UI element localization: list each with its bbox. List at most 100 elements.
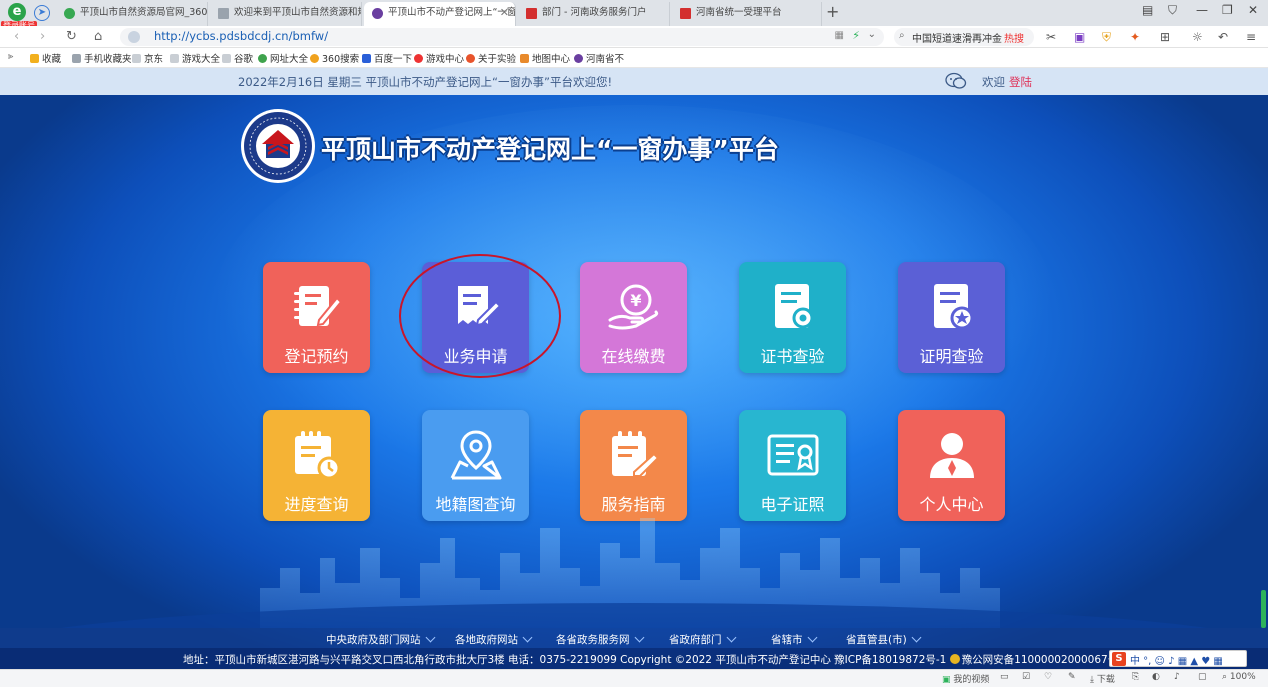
chevron-down-icon[interactable]: ⌄	[868, 29, 876, 40]
grid-icon[interactable]: ▦	[835, 30, 844, 41]
bookmark-item[interactable]: 地图中心	[520, 51, 570, 65]
forward-icon[interactable]: ›	[40, 29, 45, 44]
bookmark-label: 百度一下	[374, 54, 413, 65]
scissors-icon[interactable]: ✂	[1046, 30, 1056, 44]
bookmark-item[interactable]: 360搜索	[310, 51, 359, 65]
welcome-text: 欢迎	[982, 75, 1005, 89]
window-icon[interactable]: ▢	[1198, 672, 1207, 682]
login-link[interactable]: 登陆	[1009, 74, 1032, 90]
extension-icon[interactable]: ▣	[1074, 30, 1085, 44]
back-icon[interactable]: ‹	[14, 29, 19, 44]
bookmark-item[interactable]: 关于实验	[466, 51, 516, 65]
sidebar-icon[interactable]: ▤	[1142, 3, 1153, 17]
bookmark-item[interactable]: 手机收藏夹	[72, 51, 132, 65]
tab-1[interactable]: 平顶山市自然资源局官网_360新	[56, 2, 208, 26]
footer-link-label: 各地政府网站	[455, 634, 518, 646]
send-icon[interactable]: ➤	[34, 5, 50, 21]
site-info-icon[interactable]	[128, 31, 140, 43]
check-icon[interactable]: ☑	[1022, 672, 1030, 682]
bookmark-label: 网址大全	[270, 54, 309, 65]
bookmarks-bar: ⫸ 收藏 手机收藏夹 京东 游戏大全 谷歌 网址大全 360搜索 百度一下 游戏…	[0, 48, 1268, 68]
bolt-icon[interactable]: ⚡	[852, 29, 860, 42]
zoom-button[interactable]: ⌕ 100%	[1222, 672, 1256, 682]
zoom-level: 100%	[1229, 672, 1256, 682]
minimize-icon[interactable]: —	[1196, 3, 1208, 17]
browser-status-bar: ▣ 我的视频 ▭ ☑ ♡ ✎ ⤓ 下载 ⎘ ◐ ♪ ▢ ⌕ 100%	[0, 669, 1268, 687]
refresh-icon[interactable]: ↻	[66, 29, 77, 44]
ime-status-icons[interactable]: 中 °, ☺ ♪ ▦ ▲ ♥ ▦	[1130, 652, 1223, 667]
bookmark-item[interactable]: 百度一下	[362, 51, 412, 65]
home-icon[interactable]: ⌂	[94, 29, 102, 44]
footer-info-bar: 地址：平顶山市新城区湛河路与兴平路交叉口西北角行政市批大厅3楼 电话：0375-…	[0, 648, 1268, 669]
bookmark-label: 河南省不	[586, 54, 625, 65]
browser-logo-icon[interactable]: e	[8, 3, 26, 21]
search-icon: ⌕	[899, 30, 905, 41]
bookmark-item[interactable]: 网址大全	[258, 51, 308, 65]
folder-icon	[72, 54, 81, 63]
tile-proof-check[interactable]: 证明查验	[898, 262, 1005, 373]
menu-icon[interactable]: ≡	[1246, 30, 1256, 44]
my-videos-button[interactable]: ▣ 我的视频	[942, 672, 989, 685]
url-text[interactable]: http://ycbs.pdsbdcdj.cn/bmfw/	[154, 29, 328, 43]
progress-query-icon	[295, 431, 341, 480]
register-appointment-icon	[294, 286, 343, 327]
tile-label: 登记预约	[284, 347, 349, 366]
footer-link[interactable]: 中央政府及部门网站	[326, 632, 435, 647]
tile-certificate-check[interactable]: 证书查验	[739, 262, 846, 373]
apps-icon[interactable]: ⊞	[1160, 30, 1170, 44]
tab-active[interactable]: 平顶山市不动产登记网上“一窗办 ✕	[364, 2, 516, 26]
service-guide-icon	[612, 431, 660, 477]
bookmark-toggle-icon[interactable]: ⫸	[8, 51, 13, 62]
footer-link[interactable]: 省政府部门	[669, 632, 736, 647]
chevron-down-icon	[522, 632, 533, 643]
brightness-icon[interactable]: ☼	[1192, 30, 1203, 44]
split-screen-icon[interactable]: ▭	[1000, 672, 1009, 682]
online-payment-icon: ¥	[608, 284, 659, 330]
tile-register-appointment[interactable]: 登记预约	[263, 262, 370, 373]
undo-icon[interactable]: ↶	[1218, 30, 1228, 44]
wechat-icon[interactable]	[945, 72, 967, 90]
shirt-icon[interactable]: ⛉	[1168, 3, 1177, 18]
new-tab-icon[interactable]: +	[826, 2, 839, 21]
bookmark-label: 谷歌	[234, 54, 254, 65]
clipboard-icon[interactable]: ⎘	[1132, 672, 1139, 682]
download-button[interactable]: ⤓ 下载	[1090, 672, 1115, 685]
bookmark-item[interactable]: 游戏大全	[170, 51, 220, 65]
game-center-icon	[414, 54, 423, 63]
bookmark-item[interactable]: 河南省不	[574, 51, 624, 65]
scroll-indicator[interactable]	[1261, 590, 1266, 628]
bookmark-item[interactable]: 游戏中心	[414, 51, 464, 65]
close-tab-icon[interactable]: ✕	[500, 2, 509, 24]
tools-icon[interactable]: ✎	[1068, 672, 1076, 682]
bookmark-item[interactable]: 收藏	[30, 51, 61, 65]
health-icon[interactable]: ♡	[1044, 672, 1052, 682]
close-window-icon[interactable]: ✕	[1248, 3, 1258, 17]
footer-link[interactable]: 省辖市	[771, 632, 817, 647]
search-suggestion[interactable]: 中国短道速滑再冲金	[912, 30, 1002, 45]
tab-2[interactable]: 欢迎来到平顶山市自然资源和规	[210, 2, 362, 26]
sound-icon[interactable]: ♪	[1174, 672, 1180, 682]
star-icon	[30, 54, 39, 63]
footer-link[interactable]: 各地政府网站	[455, 632, 533, 647]
chevron-down-icon	[425, 632, 435, 643]
url-field[interactable]: http://ycbs.pdsbdcdj.cn/bmfw/ ▦ ⚡ ⌄	[120, 28, 884, 46]
footer-police-record[interactable]: 豫公网安备11000002000067号	[962, 654, 1119, 666]
bookmark-item[interactable]: 谷歌	[222, 51, 253, 65]
tab-4[interactable]: 部门 - 河南政务服务门户	[518, 2, 670, 26]
shield-icon[interactable]: ⛨	[1102, 30, 1111, 45]
footer-link[interactable]: 各省政务服务网	[556, 632, 644, 647]
restore-icon[interactable]: ❐	[1222, 3, 1233, 17]
tile-online-payment[interactable]: ¥ 在线缴费	[580, 262, 687, 373]
game-icon[interactable]: ✦	[1130, 30, 1140, 44]
search-field[interactable]: ⌕ 中国短道速滑再冲金 热搜	[894, 28, 1034, 46]
eye-icon[interactable]: ◐	[1152, 672, 1160, 682]
footer-link[interactable]: 省直管县(市)	[846, 632, 922, 647]
input-method-toolbar[interactable]: S 中 °, ☺ ♪ ▦ ▲ ♥ ▦	[1109, 650, 1247, 667]
annotation-circle	[399, 254, 561, 378]
sogou-ime-icon[interactable]: S	[1112, 652, 1126, 666]
chevron-down-icon	[634, 632, 644, 643]
bookmark-item[interactable]: 京东	[132, 51, 163, 65]
hot-search-badge[interactable]: 热搜	[1004, 30, 1024, 45]
bookmark-label: 京东	[144, 54, 164, 65]
tab-5[interactable]: 河南省统一受理平台	[672, 2, 822, 26]
